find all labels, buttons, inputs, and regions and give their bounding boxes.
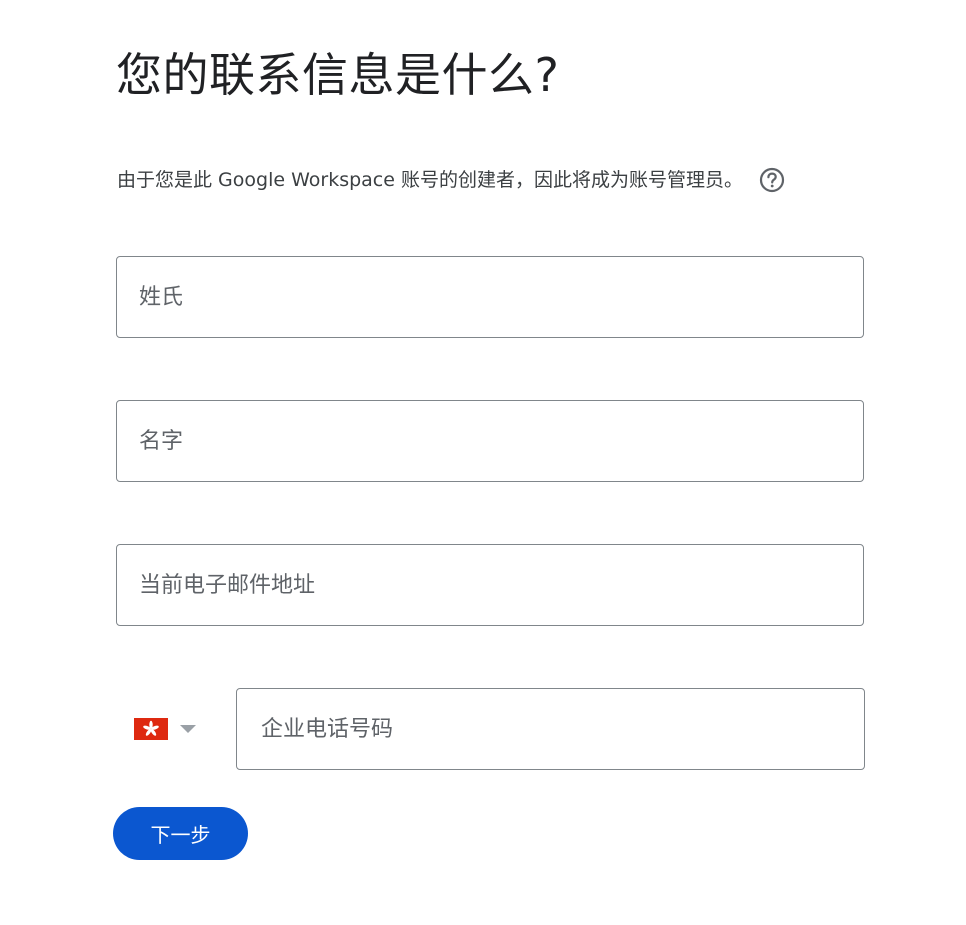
email-input[interactable] <box>117 545 863 625</box>
phone-input[interactable] <box>237 689 864 769</box>
subtitle-text: 由于您是此 Google Workspace 账号的创建者，因此将成为账号管理员… <box>117 169 743 191</box>
email-field[interactable] <box>116 544 864 626</box>
help-circle-icon[interactable] <box>759 167 785 193</box>
first-name-field[interactable] <box>116 400 864 482</box>
hong-kong-flag-icon <box>134 718 168 740</box>
subtitle-row: 由于您是此 Google Workspace 账号的创建者，因此将成为账号管理员… <box>117 166 785 194</box>
page-title: 您的联系信息是什么? <box>116 48 560 102</box>
last-name-field[interactable] <box>116 256 864 338</box>
last-name-input[interactable] <box>117 257 863 337</box>
phone-field[interactable] <box>236 688 865 770</box>
next-button[interactable]: 下一步 <box>113 807 248 860</box>
first-name-input[interactable] <box>117 401 863 481</box>
caret-down-icon <box>180 725 196 733</box>
country-code-dropdown[interactable] <box>128 706 212 752</box>
